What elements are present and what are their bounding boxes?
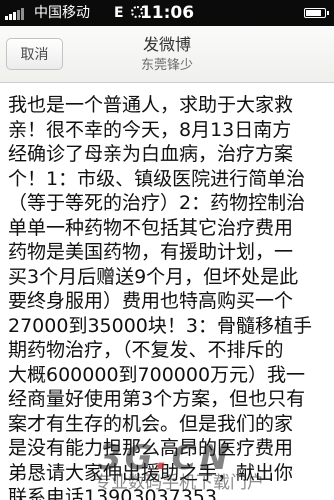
status-bar: 中国移动 E 11:06	[0, 0, 334, 26]
page-title: 发微博	[142, 35, 191, 54]
nav-bar: 取消 发微博 东莞锋少	[0, 26, 334, 83]
status-time: 11:06	[139, 3, 195, 23]
post-text[interactable]: 我也是一个普通人，求助于大家救 亲！很不幸的今天，8月13日南方 经确诊了母亲为…	[8, 93, 334, 500]
screen: 中国移动 E 11:06 取消 发微博 东莞锋少 我也是一个普通人，求助于大家救…	[0, 0, 334, 500]
battery-icon	[304, 8, 329, 18]
battery-level	[306, 10, 322, 16]
account-name: 东莞锋少	[140, 58, 193, 73]
compose-text-area[interactable]: 我也是一个普通人，求助于大家救 亲！很不幸的今天，8月13日南方 经确诊了母亲为…	[0, 83, 334, 500]
